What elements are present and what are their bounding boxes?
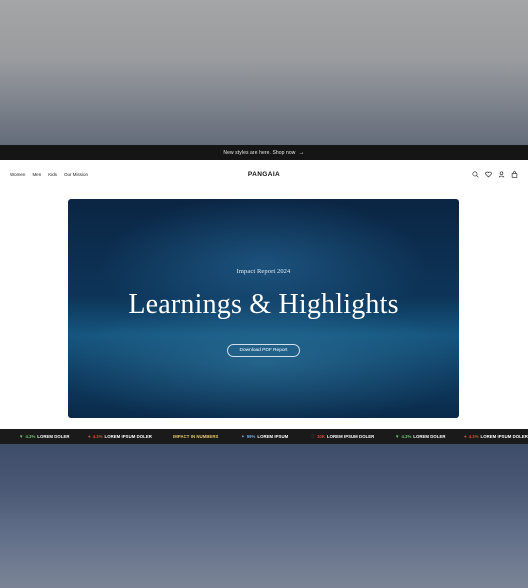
heart-outline-icon: ♡	[311, 433, 316, 439]
dot-icon: ●	[464, 434, 467, 439]
ticker-value: 10K	[317, 434, 325, 439]
ticker-item: ♡ 10K LOREM IPSUM DOLER	[311, 434, 374, 440]
ticker-label: LOREM IPSUM DOLER	[480, 434, 528, 439]
ticker-item: ▼ 4.3% LOREM DOLER	[395, 434, 446, 439]
ticker-value: 4.3%	[401, 434, 412, 439]
ticker-value: 99%	[246, 434, 256, 439]
hero-eyebrow: Impact Report 2024	[236, 268, 291, 275]
primary-nav: Women Men Kids Our Mission	[10, 172, 88, 177]
download-pdf-button[interactable]: Download PDF Report	[227, 344, 300, 357]
ticker-label: LOREM IPSUM DOLER	[104, 434, 152, 439]
ticker-item: IMPACT IN NUMBERS	[173, 434, 218, 439]
site-header: Women Men Kids Our Mission PANGAIA	[0, 160, 528, 189]
ticker-value: 4.3%	[92, 434, 103, 439]
ticker-heading: IMPACT IN NUMBERS	[173, 434, 219, 439]
announcement-text[interactable]: New styles are here. Shop now	[223, 150, 295, 156]
impact-report-hero: Impact Report 2024 Learnings & Highlight…	[68, 199, 459, 418]
arrow-right-icon: →	[298, 149, 305, 156]
nav-link-our-mission[interactable]: Our Mission	[64, 172, 88, 177]
dot-icon: ●	[88, 434, 91, 439]
ticker-label: LOREM IPSUM	[257, 434, 289, 439]
announcement-bar[interactable]: New styles are here. Shop now →	[0, 145, 528, 160]
ticker-item: ▼ 4.3% LOREM DOLER	[19, 434, 70, 439]
triangle-down-icon: ▼	[395, 434, 400, 439]
ticker-item: ● 4.3% LOREM IPSUM DOLER	[464, 434, 528, 439]
sparkle-icon: ✦	[241, 433, 245, 439]
user-icon[interactable]	[498, 171, 505, 178]
hero-title: Learnings & Highlights	[128, 289, 399, 320]
ticker-item: ● 4.3% LOREM IPSUM DOLER	[88, 434, 152, 439]
search-icon[interactable]	[472, 171, 479, 178]
nav-link-kids[interactable]: Kids	[48, 172, 57, 177]
nav-link-men[interactable]: Men	[32, 172, 41, 177]
ticker-value: 4.3%	[25, 434, 36, 439]
hero-background-top	[0, 0, 528, 145]
heart-icon[interactable]	[485, 171, 492, 178]
ticker-value: 4.3%	[468, 434, 479, 439]
triangle-down-icon: ▼	[19, 434, 24, 439]
ticker-label: LOREM IPSUM DOLER	[326, 434, 375, 439]
ticker-label: LOREM DOLER	[37, 434, 70, 439]
ticker-label: LOREM DOLER	[413, 434, 446, 439]
ticker-item: ✦ 99% LOREM IPSUM	[241, 434, 288, 440]
nav-link-women[interactable]: Women	[10, 172, 25, 177]
bag-icon[interactable]	[511, 171, 518, 178]
impact-ticker: ▼ 4.3% LOREM DOLER ● 4.3% LOREM IPSUM DO…	[0, 429, 528, 444]
hero-background-bottom	[0, 444, 528, 588]
header-actions	[472, 171, 518, 178]
